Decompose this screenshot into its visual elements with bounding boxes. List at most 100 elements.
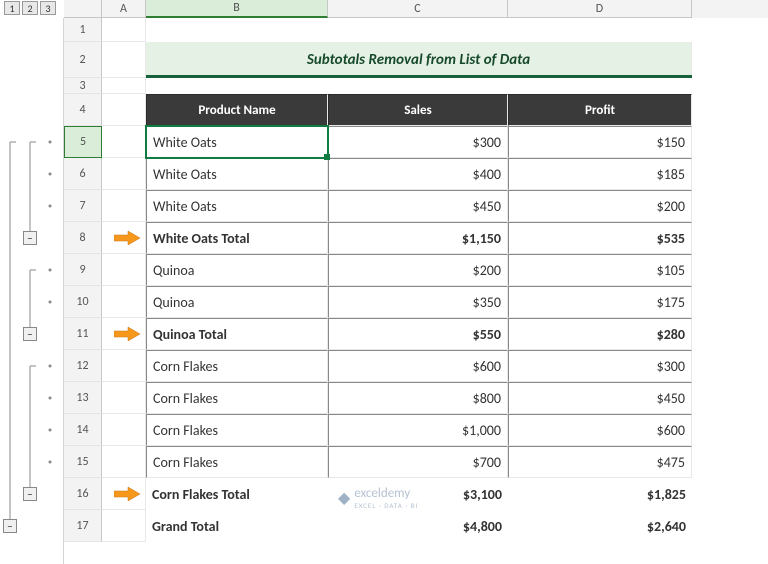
row-header-4[interactable]: 4 xyxy=(64,94,102,126)
cell-profit-r5[interactable]: $150 xyxy=(508,126,692,158)
row-header-14[interactable]: 14 xyxy=(64,414,102,446)
cell-profit-r13[interactable]: $450 xyxy=(508,382,692,414)
cell-A4[interactable] xyxy=(102,94,146,126)
cell-product-r6[interactable]: White Oats xyxy=(146,158,328,190)
outline-level-1-button[interactable]: 1 xyxy=(4,1,20,15)
outline-collapse-button-r11[interactable]: − xyxy=(23,327,37,341)
cell-product-r17[interactable]: Grand Total xyxy=(146,510,328,542)
arrow-icon-r16 xyxy=(114,487,140,501)
header-profit[interactable]: Profit xyxy=(508,94,692,126)
cell-product-r10[interactable]: Quinoa xyxy=(146,286,328,318)
cell-profit-r8[interactable]: $535 xyxy=(508,222,692,254)
column-header-A[interactable]: A xyxy=(102,0,146,18)
cell-A1[interactable] xyxy=(102,18,146,42)
cell-product-r11[interactable]: Quinoa Total xyxy=(146,318,328,350)
outline-level-toolbar: 1 2 3 xyxy=(4,1,56,15)
cell-sales-r11[interactable]: $550 xyxy=(328,318,508,350)
cell-sales-r13[interactable]: $800 xyxy=(328,382,508,414)
row-header-7[interactable]: 7 xyxy=(64,190,102,222)
cell-product-r13[interactable]: Corn Flakes xyxy=(146,382,328,414)
worksheet-grid[interactable]: Subtotals Removal from List of Data Produ… xyxy=(102,18,768,564)
row-headers: 1234567891011121314151617 xyxy=(64,18,102,564)
cell-profit-r14[interactable]: $600 xyxy=(508,414,692,446)
cell-profit-r10[interactable]: $175 xyxy=(508,286,692,318)
row-header-12[interactable]: 12 xyxy=(64,350,102,382)
header-sales[interactable]: Sales xyxy=(328,94,508,126)
cell-A9[interactable] xyxy=(102,254,146,286)
outline-collapse-button-r17[interactable]: − xyxy=(3,519,17,533)
cell-profit-r11[interactable]: $280 xyxy=(508,318,692,350)
watermark-subtitle: EXCEL · DATA · BI xyxy=(354,501,418,510)
cell-A6[interactable] xyxy=(102,158,146,190)
cell-profit-r17[interactable]: $2,640 xyxy=(508,510,692,542)
fill-handle[interactable] xyxy=(324,154,330,160)
arrow-icon-r8 xyxy=(114,231,140,245)
select-all-corner[interactable] xyxy=(64,0,102,18)
row-header-6[interactable]: 6 xyxy=(64,158,102,190)
cell-profit-r12[interactable]: $300 xyxy=(508,350,692,382)
outline-collapse-button-r8[interactable]: − xyxy=(23,231,37,245)
row-header-15[interactable]: 15 xyxy=(64,446,102,478)
cell-profit-r15[interactable]: $475 xyxy=(508,446,692,478)
cell-profit-r6[interactable]: $185 xyxy=(508,158,692,190)
row-header-10[interactable]: 10 xyxy=(64,286,102,318)
title-underline xyxy=(146,75,692,78)
cell-A17[interactable] xyxy=(102,510,146,542)
cell-product-r15[interactable]: Corn Flakes xyxy=(146,446,328,478)
cell-sales-r5[interactable]: $300 xyxy=(328,126,508,158)
cell-A13[interactable] xyxy=(102,382,146,414)
cell-sales-r14[interactable]: $1,000 xyxy=(328,414,508,446)
cell-profit-r9[interactable]: $105 xyxy=(508,254,692,286)
cell-product-r14[interactable]: Corn Flakes xyxy=(146,414,328,446)
cell-sales-r8[interactable]: $1,150 xyxy=(328,222,508,254)
cell-A3[interactable] xyxy=(102,78,146,94)
cell-product-r12[interactable]: Corn Flakes xyxy=(146,350,328,382)
row-header-1[interactable]: 1 xyxy=(64,18,102,42)
cell-product-r8[interactable]: White Oats Total xyxy=(146,222,328,254)
cell-sales-r7[interactable]: $450 xyxy=(328,190,508,222)
cell-A12[interactable] xyxy=(102,350,146,382)
column-header-C[interactable]: C xyxy=(328,0,508,18)
row-header-9[interactable]: 9 xyxy=(64,254,102,286)
cell-product-r5[interactable]: White Oats xyxy=(146,126,328,158)
cell-A5[interactable] xyxy=(102,126,146,158)
cell-product-r16[interactable]: Corn Flakes Total xyxy=(146,478,328,510)
title-cell[interactable]: Subtotals Removal from List of Data xyxy=(146,42,692,78)
cell-A14[interactable] xyxy=(102,414,146,446)
cell-sales-r17[interactable]: $4,800 xyxy=(328,510,508,542)
watermark-logo-icon: ◆ xyxy=(338,488,350,508)
cell-sales-r12[interactable]: $600 xyxy=(328,350,508,382)
cell-A2[interactable] xyxy=(102,42,146,78)
row-header-16[interactable]: 16 xyxy=(64,478,102,510)
outline-level-3-button[interactable]: 3 xyxy=(40,1,56,15)
column-header-B[interactable]: B xyxy=(146,0,328,18)
column-headers: ABCD xyxy=(102,0,768,18)
row-header-13[interactable]: 13 xyxy=(64,382,102,414)
outline-level-2-button[interactable]: 2 xyxy=(22,1,38,15)
column-header-D[interactable]: D xyxy=(508,0,692,18)
cell-profit-r7[interactable]: $200 xyxy=(508,190,692,222)
cell-sales-r10[interactable]: $350 xyxy=(328,286,508,318)
row-header-5[interactable]: 5 xyxy=(64,126,102,158)
cell-sales-r6[interactable]: $400 xyxy=(328,158,508,190)
row-header-3[interactable]: 3 xyxy=(64,78,102,94)
watermark-brand: exceldemy xyxy=(354,486,410,501)
cell-profit-r16[interactable]: $1,825 xyxy=(508,478,692,510)
outline-gutter: − − − − xyxy=(0,18,64,564)
cell-A10[interactable] xyxy=(102,286,146,318)
outline-collapse-button-r16[interactable]: − xyxy=(23,487,37,501)
header-product[interactable]: Product Name xyxy=(146,94,328,126)
row-header-17[interactable]: 17 xyxy=(64,510,102,542)
cell-A7[interactable] xyxy=(102,190,146,222)
cell-product-r7[interactable]: White Oats xyxy=(146,190,328,222)
arrow-icon-r11 xyxy=(114,327,140,341)
cell-sales-r15[interactable]: $700 xyxy=(328,446,508,478)
row-header-8[interactable]: 8 xyxy=(64,222,102,254)
row-header-2[interactable]: 2 xyxy=(64,42,102,78)
outline-tree-lines xyxy=(0,18,64,564)
cell-A15[interactable] xyxy=(102,446,146,478)
watermark: ◆ exceldemyEXCEL · DATA · BI xyxy=(338,486,418,510)
cell-sales-r9[interactable]: $200 xyxy=(328,254,508,286)
row-header-11[interactable]: 11 xyxy=(64,318,102,350)
cell-product-r9[interactable]: Quinoa xyxy=(146,254,328,286)
